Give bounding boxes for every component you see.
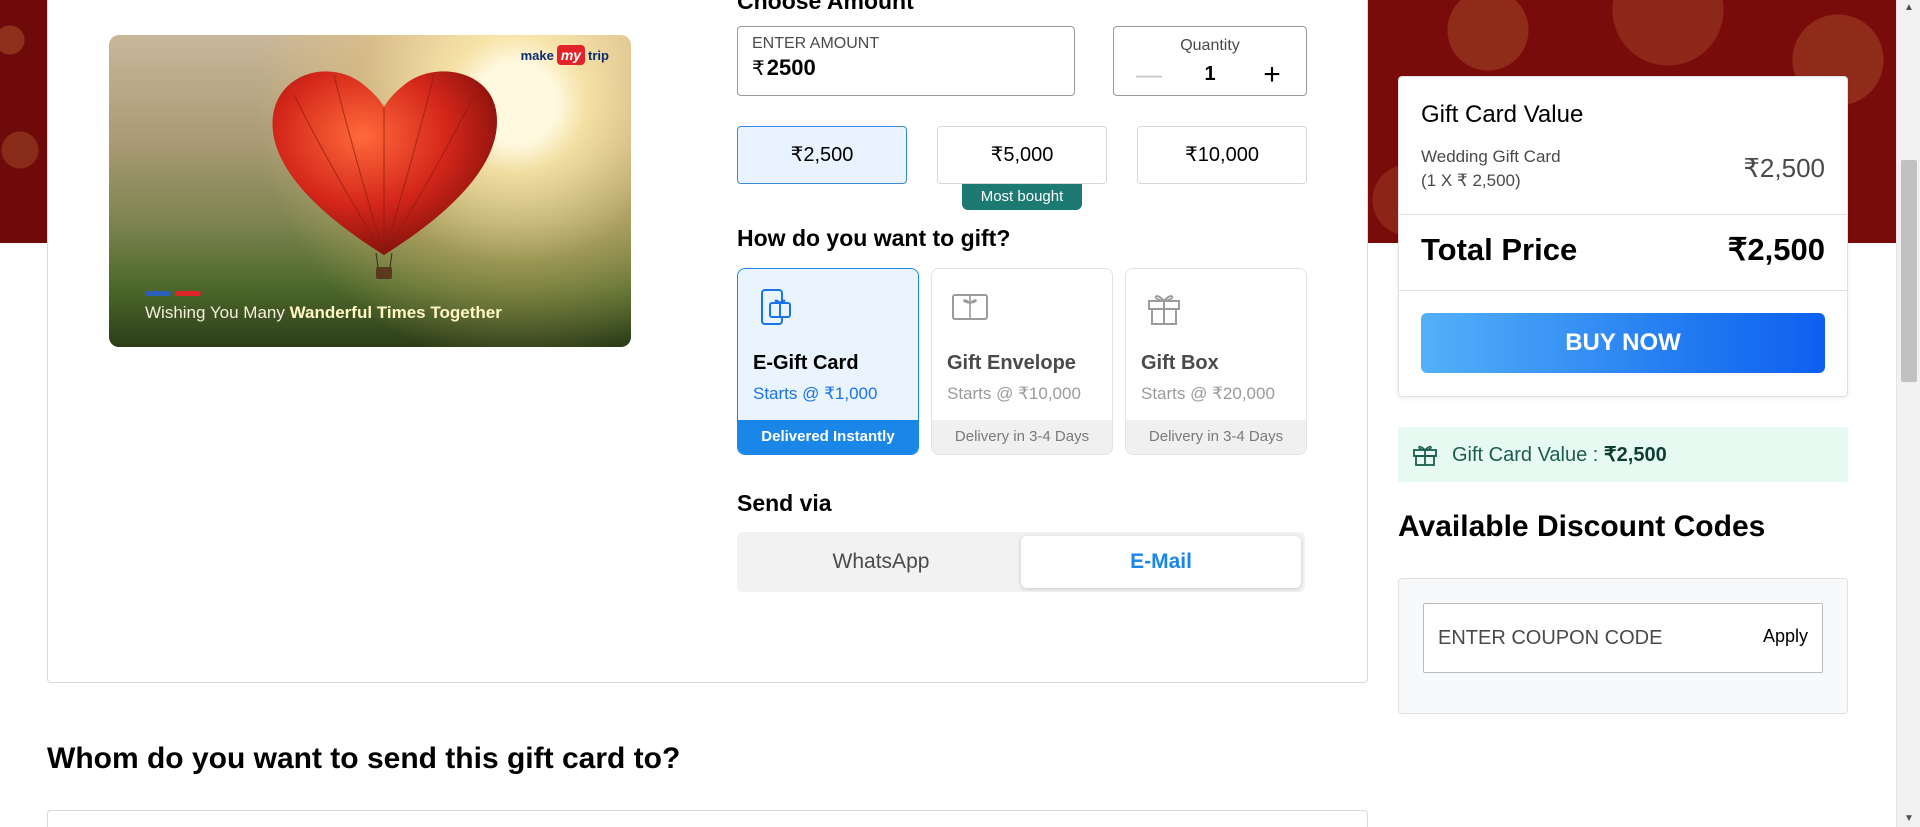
makemytrip-logo: make my trip [520, 45, 609, 65]
gift-option-title: E-Gift Card [753, 352, 859, 374]
gift-card-value-text: Gift Card Value : ₹2,500 [1452, 444, 1667, 466]
gift-option-egift-card[interactable]: E-Gift Card Starts @ ₹1,000 Delivered In… [737, 268, 919, 455]
send-via-email[interactable]: E-Mail [1021, 536, 1301, 588]
card-caption: Wishing You Many Wanderful Times Togethe… [145, 303, 502, 322]
card-dashes [145, 291, 201, 296]
quantity-label: Quantity [1180, 37, 1240, 54]
choose-amount-heading: Choose Amount [737, 0, 914, 14]
scroll-down-arrow-icon[interactable]: ▼ [1897, 811, 1920, 827]
amount-option-10000[interactable]: ₹10,000 [1137, 126, 1307, 184]
send-via-heading: Send via [737, 490, 832, 516]
envelope-icon [952, 294, 988, 320]
quantity-stepper: Quantity — 1 + [1113, 26, 1307, 96]
total-price-label: Total Price [1421, 232, 1578, 267]
total-price-value: ₹2,500 [1727, 232, 1825, 267]
order-summary-card: Gift Card Value Wedding Gift Card (1 X ₹… [1398, 76, 1848, 397]
rupee-icon: ₹ [752, 58, 765, 80]
recipient-heading: Whom do you want to send this gift card … [47, 742, 681, 775]
hot-air-balloon-illustration [272, 71, 498, 279]
increment-button[interactable]: + [1260, 59, 1284, 89]
divider [1399, 290, 1847, 291]
scroll-up-arrow-icon[interactable]: ▲ [1897, 0, 1920, 16]
decrement-button[interactable]: — [1136, 59, 1162, 90]
divider [1399, 214, 1847, 215]
gift-option-footer: Delivery in 3-4 Days [932, 420, 1112, 454]
amount-input-label: ENTER AMOUNT [752, 35, 880, 52]
amount-input-value[interactable]: ₹2500 [752, 55, 1060, 81]
discount-codes-box: Apply [1398, 578, 1848, 714]
summary-item-name: Wedding Gift Card [1421, 147, 1561, 166]
gift-option-title: Gift Box [1141, 352, 1219, 374]
gift-box-icon [1148, 295, 1180, 325]
discount-codes-heading: Available Discount Codes [1398, 510, 1766, 543]
quantity-value: 1 [1204, 63, 1216, 85]
summary-item-detail: (1 X ₹ 2,500) [1421, 171, 1521, 190]
summary-item: Wedding Gift Card (1 X ₹ 2,500) [1421, 145, 1561, 193]
coupon-field-wrapper: Apply [1423, 603, 1823, 673]
amount-option-5000[interactable]: ₹5,000 [937, 126, 1107, 184]
phone-gift-icon [761, 289, 791, 325]
amount-input[interactable]: ENTER AMOUNT ₹2500 [737, 26, 1075, 96]
gift-option-footer: Delivered Instantly [738, 420, 918, 454]
gift-option-subtitle: Starts @ ₹10,000 [947, 384, 1081, 403]
buy-now-button[interactable]: BUY NOW [1421, 313, 1825, 373]
most-bought-badge: Most bought [962, 184, 1082, 210]
gift-option-title: Gift Envelope [947, 352, 1076, 374]
gift-card-image: make my trip Wishing You Many Wanderful … [109, 35, 631, 347]
gift-option-envelope[interactable]: Gift Envelope Starts @ ₹10,000 Delivery … [931, 268, 1113, 455]
send-via-toggle: WhatsApp E-Mail [737, 532, 1305, 592]
apply-coupon-button[interactable]: Apply [1763, 626, 1808, 647]
decorative-background-left [0, 0, 48, 243]
gift-option-subtitle: Starts @ ₹20,000 [1141, 384, 1275, 403]
gift-card-value-bar: Gift Card Value : ₹2,500 [1398, 427, 1848, 482]
amount-option-2500[interactable]: ₹2,500 [737, 126, 907, 184]
send-via-whatsapp[interactable]: WhatsApp [741, 536, 1021, 588]
gift-option-footer: Delivery in 3-4 Days [1126, 420, 1306, 454]
coupon-code-input[interactable] [1424, 604, 1744, 672]
gift-method-heading: How do you want to gift? [737, 225, 1011, 251]
gift-option-subtitle: Starts @ ₹1,000 [753, 384, 878, 403]
recipient-panel [47, 810, 1368, 827]
summary-item-price: ₹2,500 [1743, 153, 1825, 183]
gift-icon [1413, 445, 1437, 466]
summary-title: Gift Card Value [1421, 101, 1584, 128]
page-scrollbar[interactable]: ▲ ▼ [1896, 0, 1920, 827]
gift-option-box[interactable]: Gift Box Starts @ ₹20,000 Delivery in 3-… [1125, 268, 1307, 455]
scrollbar-thumb[interactable] [1901, 160, 1917, 382]
